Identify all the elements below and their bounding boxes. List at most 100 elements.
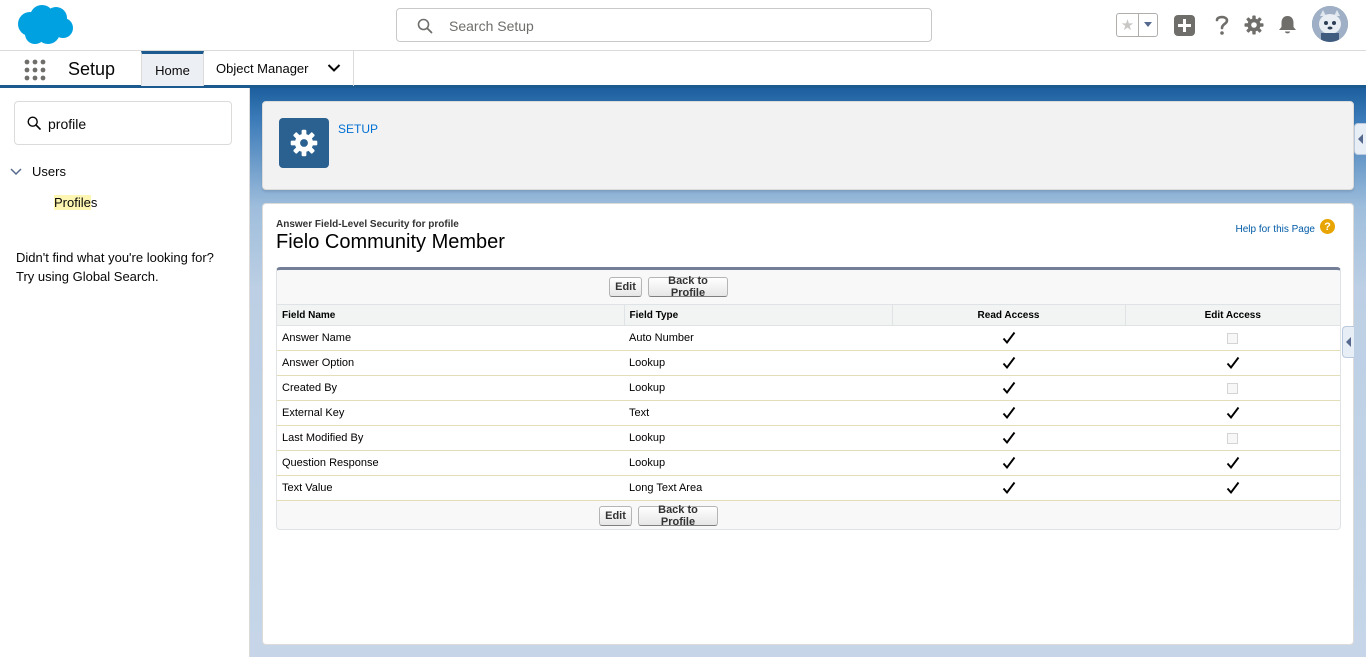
chevron-down-icon[interactable] (10, 167, 22, 176)
quick-find[interactable] (14, 101, 232, 145)
global-search-input[interactable] (449, 16, 909, 36)
plus-icon[interactable] (1173, 14, 1195, 36)
col-edit-access: Edit Access (1125, 304, 1340, 326)
star-icon[interactable]: ★ (1117, 14, 1139, 36)
read-access-cell (892, 400, 1125, 426)
edit-access-checked-icon (1226, 356, 1240, 370)
app-launcher-icon[interactable] (24, 59, 46, 81)
edit-access-cell (1125, 400, 1340, 426)
quick-find-input[interactable] (48, 114, 218, 134)
read-access-checked-icon (1002, 381, 1016, 395)
tab-home-label: Home (155, 62, 190, 78)
read-access-cell (892, 475, 1125, 501)
table-row: Last Modified By Lookup (277, 425, 1340, 451)
setup-sidebar: Users Profiles Didn't find what you're l… (0, 88, 250, 657)
tab-object-manager-label: Object Manager (216, 61, 309, 76)
read-access-cell (892, 350, 1125, 376)
search-icon (417, 18, 433, 34)
field-type-cell: Lookup (624, 425, 892, 451)
edit-access-unchecked-box (1227, 432, 1238, 444)
field-name-cell: Created By (277, 375, 624, 401)
table-row: Created By Lookup (277, 375, 1340, 401)
table-side-handle[interactable] (1342, 326, 1354, 358)
edit-button-top[interactable]: Edit (609, 277, 642, 297)
main-content: SETUP Answer Field-Level Security for pr… (250, 88, 1366, 657)
tree-item-profiles-rest: s (90, 195, 98, 210)
page-header-title[interactable]: SETUP (338, 122, 378, 136)
table-row: Answer Name Auto Number (277, 325, 1340, 351)
field-type-cell: Long Text Area (624, 475, 892, 501)
not-found-message: Didn't find what you're looking for? Try… (16, 248, 241, 286)
search-icon (27, 116, 41, 130)
not-found-line1: Didn't find what you're looking for? (16, 250, 214, 265)
edit-access-unchecked-box (1227, 332, 1238, 344)
page-title: Fielo Community Member (276, 231, 505, 253)
avatar[interactable] (1312, 6, 1348, 42)
favorites-group: ★ (1116, 13, 1158, 37)
not-found-line2: Try using Global Search. (16, 269, 159, 284)
page-type-label: Answer Field-Level Security for profile (276, 219, 459, 230)
field-type-cell: Lookup (624, 350, 892, 376)
edit-access-checked-icon (1226, 406, 1240, 420)
context-bar: Setup Home Object Manager (0, 50, 1366, 88)
edit-access-cell (1125, 475, 1340, 501)
read-access-checked-icon (1002, 356, 1016, 370)
read-access-cell (892, 450, 1125, 476)
field-type-cell: Auto Number (624, 325, 892, 351)
gear-icon[interactable] (1243, 14, 1265, 36)
field-name-cell: External Key (277, 400, 624, 426)
field-security-block: Edit Back to Profile Field Name Field Ty… (276, 267, 1341, 530)
table-row: Question Response Lookup (277, 450, 1340, 476)
field-name-cell: Answer Name (277, 325, 624, 351)
edit-access-cell (1125, 450, 1340, 476)
read-access-checked-icon (1002, 481, 1016, 495)
read-access-checked-icon (1002, 331, 1016, 345)
col-read-access: Read Access (892, 304, 1126, 326)
salesforce-logo[interactable] (16, 4, 74, 46)
back-to-profile-button-top[interactable]: Back to Profile (648, 275, 728, 299)
help-icon[interactable]: ? (1320, 219, 1335, 234)
edit-access-cell (1125, 375, 1340, 401)
edit-access-cell (1125, 325, 1340, 351)
tree-group-users[interactable]: Users (10, 164, 66, 179)
edit-access-checked-icon (1226, 481, 1240, 495)
field-name-cell: Question Response (277, 450, 624, 476)
page-header: SETUP (262, 101, 1354, 190)
edit-access-cell (1125, 350, 1340, 376)
tree-group-users-label: Users (32, 164, 66, 179)
chevron-down-icon[interactable] (1139, 14, 1157, 36)
table-row: Answer Option Lookup (277, 350, 1340, 376)
panel-collapse-handle[interactable] (1354, 123, 1366, 155)
read-access-checked-icon (1002, 431, 1016, 445)
help-link[interactable]: Help for this Page (1236, 224, 1316, 235)
global-search[interactable] (396, 8, 932, 42)
read-access-checked-icon (1002, 456, 1016, 470)
tree-item-profiles[interactable]: Profiles (54, 195, 97, 210)
edit-access-checked-icon (1226, 456, 1240, 470)
field-name-cell: Answer Option (277, 350, 624, 376)
tab-home[interactable]: Home (141, 51, 204, 86)
field-type-cell: Lookup (624, 375, 892, 401)
table-header-row: Field Name Field Type Read Access Edit A… (277, 304, 1340, 326)
read-access-cell (892, 375, 1125, 401)
back-to-profile-button-bottom[interactable]: Back to Profile (638, 504, 718, 528)
search-match-highlight: Profile (54, 195, 91, 210)
edit-access-unchecked-box (1227, 382, 1238, 394)
edit-button-bottom[interactable]: Edit (599, 506, 632, 526)
question-icon[interactable] (1211, 14, 1233, 36)
edit-access-cell (1125, 425, 1340, 451)
global-header: ★ (0, 0, 1366, 50)
bell-icon[interactable] (1276, 14, 1298, 36)
col-field-type: Field Type (624, 304, 893, 326)
chevron-down-icon[interactable] (327, 63, 341, 73)
field-name-cell: Last Modified By (277, 425, 624, 451)
read-access-checked-icon (1002, 406, 1016, 420)
tab-object-manager[interactable]: Object Manager (204, 51, 354, 86)
table-row: Text Value Long Text Area (277, 475, 1340, 501)
field-type-cell: Lookup (624, 450, 892, 476)
field-type-cell: Text (624, 400, 892, 426)
field-name-cell: Text Value (277, 475, 624, 501)
setup-gear-icon (279, 118, 329, 168)
field-security-table: Field Name Field Type Read Access Edit A… (277, 304, 1340, 501)
read-access-cell (892, 425, 1125, 451)
